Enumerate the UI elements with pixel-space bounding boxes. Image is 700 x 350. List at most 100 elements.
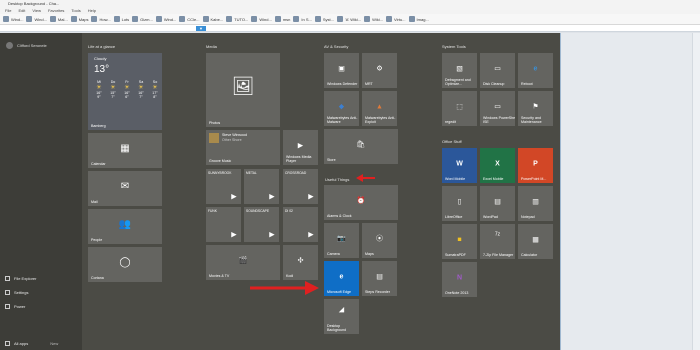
bookmark[interactable]: TUTO... <box>226 16 248 22</box>
site-icon <box>91 16 98 22</box>
bookmark[interactable]: Wiki... <box>364 16 383 22</box>
site-icon <box>314 16 321 22</box>
bookmark[interactable]: Maps <box>70 16 88 22</box>
bookmark[interactable]: Wind... <box>3 16 23 22</box>
sumatra-tile[interactable]: ■ SumatraPDF <box>442 224 477 259</box>
rail-all-apps[interactable]: All apps New <box>5 341 58 346</box>
calculator-tile[interactable]: ▦ Calculator <box>518 224 553 259</box>
camera-icon: 📷 <box>337 235 346 243</box>
groove-music-tile[interactable]: Steve Winwood Other Shore Groove Music <box>206 130 280 165</box>
sun-icon: ☀ <box>124 85 130 91</box>
menu-file[interactable]: File <box>5 8 11 13</box>
calendar-tile[interactable]: ▦ Calendar <box>88 133 162 168</box>
menu-view[interactable]: View <box>32 8 41 13</box>
site-icon <box>274 16 281 22</box>
defender-tile[interactable]: ▣ Windows Defender <box>324 53 359 88</box>
calculator-icon: ▦ <box>532 236 539 244</box>
bookmark[interactable]: Mal... <box>49 16 68 22</box>
bookmark[interactable]: Imag... <box>408 16 429 22</box>
desktop-background-icon: ◢ <box>338 306 345 313</box>
security-maintenance-tile[interactable]: ⚑ Security and Maintenance <box>518 91 553 126</box>
weather-temperature: 13° <box>94 64 110 75</box>
weather-forecast: Mi ☀ 16° 9° Do ☀ 15° 7° Fr ☀ 16° 6° Sa ☀ 16° 7° So ☀ 1… <box>94 80 160 99</box>
notepad-tile[interactable]: ▥ Notepad <box>518 186 553 221</box>
vertical-scrollbar[interactable] <box>692 33 700 350</box>
powershell-tile[interactable]: ▭ Windows PowerShell ISE <box>480 91 515 126</box>
store-tile[interactable]: 🛍 Store <box>324 129 398 164</box>
windows-icon <box>251 16 258 22</box>
bookmark[interactable]: msn <box>274 16 290 22</box>
mail-tile[interactable]: ✉ Mail <box>88 171 162 206</box>
onenote-tile[interactable]: N OneNote 2013 <box>442 262 477 297</box>
sound-tile[interactable]: DI 02 ▶ <box>283 207 318 242</box>
photos-tile[interactable]: 🖼 Photos <box>206 53 280 127</box>
wordpad-tile[interactable]: ▤ WordPad <box>480 186 515 221</box>
site-icon <box>364 16 371 22</box>
disk-cleanup-tile[interactable]: ▭ Disk Cleanup <box>480 53 515 88</box>
media-player-tile[interactable]: ▶ Windows Media Player <box>283 130 318 165</box>
bookmark[interactable]: Syst... <box>314 16 334 22</box>
sound-tile[interactable]: CROSSROAD ▶ <box>283 169 318 204</box>
bookmark[interactable]: Virtu... <box>386 16 406 22</box>
malwarebytes-tile[interactable]: ◆ Malwarebytes Anti-Malware <box>324 91 359 126</box>
flag-icon: ⚑ <box>532 103 539 111</box>
libreoffice-tile[interactable]: ▯ LibreOffice <box>442 186 477 221</box>
rail-power[interactable]: Power <box>5 304 25 309</box>
anti-exploit-tile[interactable]: ▲ Malwarebytes Anti-Exploit <box>362 91 397 126</box>
7zip-tile[interactable]: 7z 7-Zip File Manager <box>480 224 515 259</box>
desktop-background-tile[interactable]: ◢ Desktop Background <box>324 299 359 334</box>
bookmark[interactable]: CCle... <box>179 16 200 22</box>
regedit-tile[interactable]: ⬚ regedit <box>442 91 477 126</box>
scroll-down-button[interactable]: ▼ <box>196 26 206 31</box>
sound-tile[interactable]: FUNK ▶ <box>206 207 241 242</box>
bookmark[interactable]: Kabe... <box>202 16 223 22</box>
pdf-icon: ■ <box>457 236 462 244</box>
menu-help[interactable]: Help <box>88 8 96 13</box>
menu-favorites[interactable]: Favorites <box>48 8 64 13</box>
sun-icon: ☀ <box>152 85 158 91</box>
steps-recorder-tile[interactable]: ▤ Steps Recorder <box>362 261 397 296</box>
alarms-tile[interactable]: ⏰ Alarms & Clock <box>324 185 398 220</box>
sound-tile[interactable]: SOUNDSCAPE ▶ <box>244 207 279 242</box>
sound-tile[interactable]: SUNNYBROOK ▶ <box>206 169 241 204</box>
photo-icon: 🖼 <box>231 76 255 97</box>
site-icon <box>202 16 209 22</box>
rail-file-explorer[interactable]: File Explorer <box>5 276 36 281</box>
forecast-day: So ☀ 17° 8° <box>150 80 160 99</box>
mrt-tile[interactable]: ⚙ MRT <box>362 53 397 88</box>
maps-tile[interactable]: ⦿ Maps <box>362 223 397 258</box>
weather-tile[interactable]: Cloudy 13° Mi ☀ 16° 9° Do ☀ 15° 7° Fr ☀ 16° 6° Sa… <box>88 53 162 130</box>
avatar <box>6 42 13 49</box>
rail-settings[interactable]: Settings <box>5 290 28 295</box>
menu-tools[interactable]: Tools <box>71 8 80 13</box>
word-tile[interactable]: W Word Mobile <box>442 148 477 183</box>
mrt-icon: ⚙ <box>376 65 383 73</box>
defrag-tile[interactable]: ▧ Defragment and Optimize... <box>442 53 477 88</box>
document-icon: ▯ <box>457 198 462 206</box>
kodi-tile[interactable]: ✣ Kodi <box>283 245 318 280</box>
bookmark[interactable]: In S... <box>293 16 312 22</box>
people-tile[interactable]: 👥 People <box>88 209 162 244</box>
bookmark[interactable]: Wind... <box>251 16 272 22</box>
movies-tv-tile[interactable]: 🎬 Movies & TV <box>206 245 280 280</box>
archive-icon: 7z <box>494 231 501 237</box>
menu-edit[interactable]: Edit <box>18 8 25 13</box>
bookmark[interactable]: How... <box>91 16 111 22</box>
camera-tile[interactable]: 📷 Camera <box>324 223 359 258</box>
bookmark[interactable]: Gizm... <box>132 16 153 22</box>
excel-tile[interactable]: X Excel Mobile <box>480 148 515 183</box>
windows-icon <box>155 16 162 22</box>
reboot-tile[interactable]: e Reboot <box>518 53 553 88</box>
bookmark[interactable]: Lots <box>113 16 129 22</box>
edge-tile[interactable]: e Microsoft Edge <box>324 261 359 296</box>
site-icon <box>336 16 343 22</box>
bookmark[interactable]: Wind... <box>26 16 47 22</box>
divider <box>560 33 561 350</box>
bookmark[interactable]: Wind... <box>155 16 176 22</box>
user-account[interactable]: Clifford Seronele <box>6 42 47 49</box>
user-name: Clifford Seronele <box>17 43 47 48</box>
bookmark[interactable]: 'A' Wiki... <box>336 16 361 22</box>
powerpoint-tile[interactable]: P PowerPoint M... <box>518 148 553 183</box>
sound-tile[interactable]: METAL ▶ <box>244 169 279 204</box>
cortana-tile[interactable]: ◯ Cortana <box>88 247 162 282</box>
